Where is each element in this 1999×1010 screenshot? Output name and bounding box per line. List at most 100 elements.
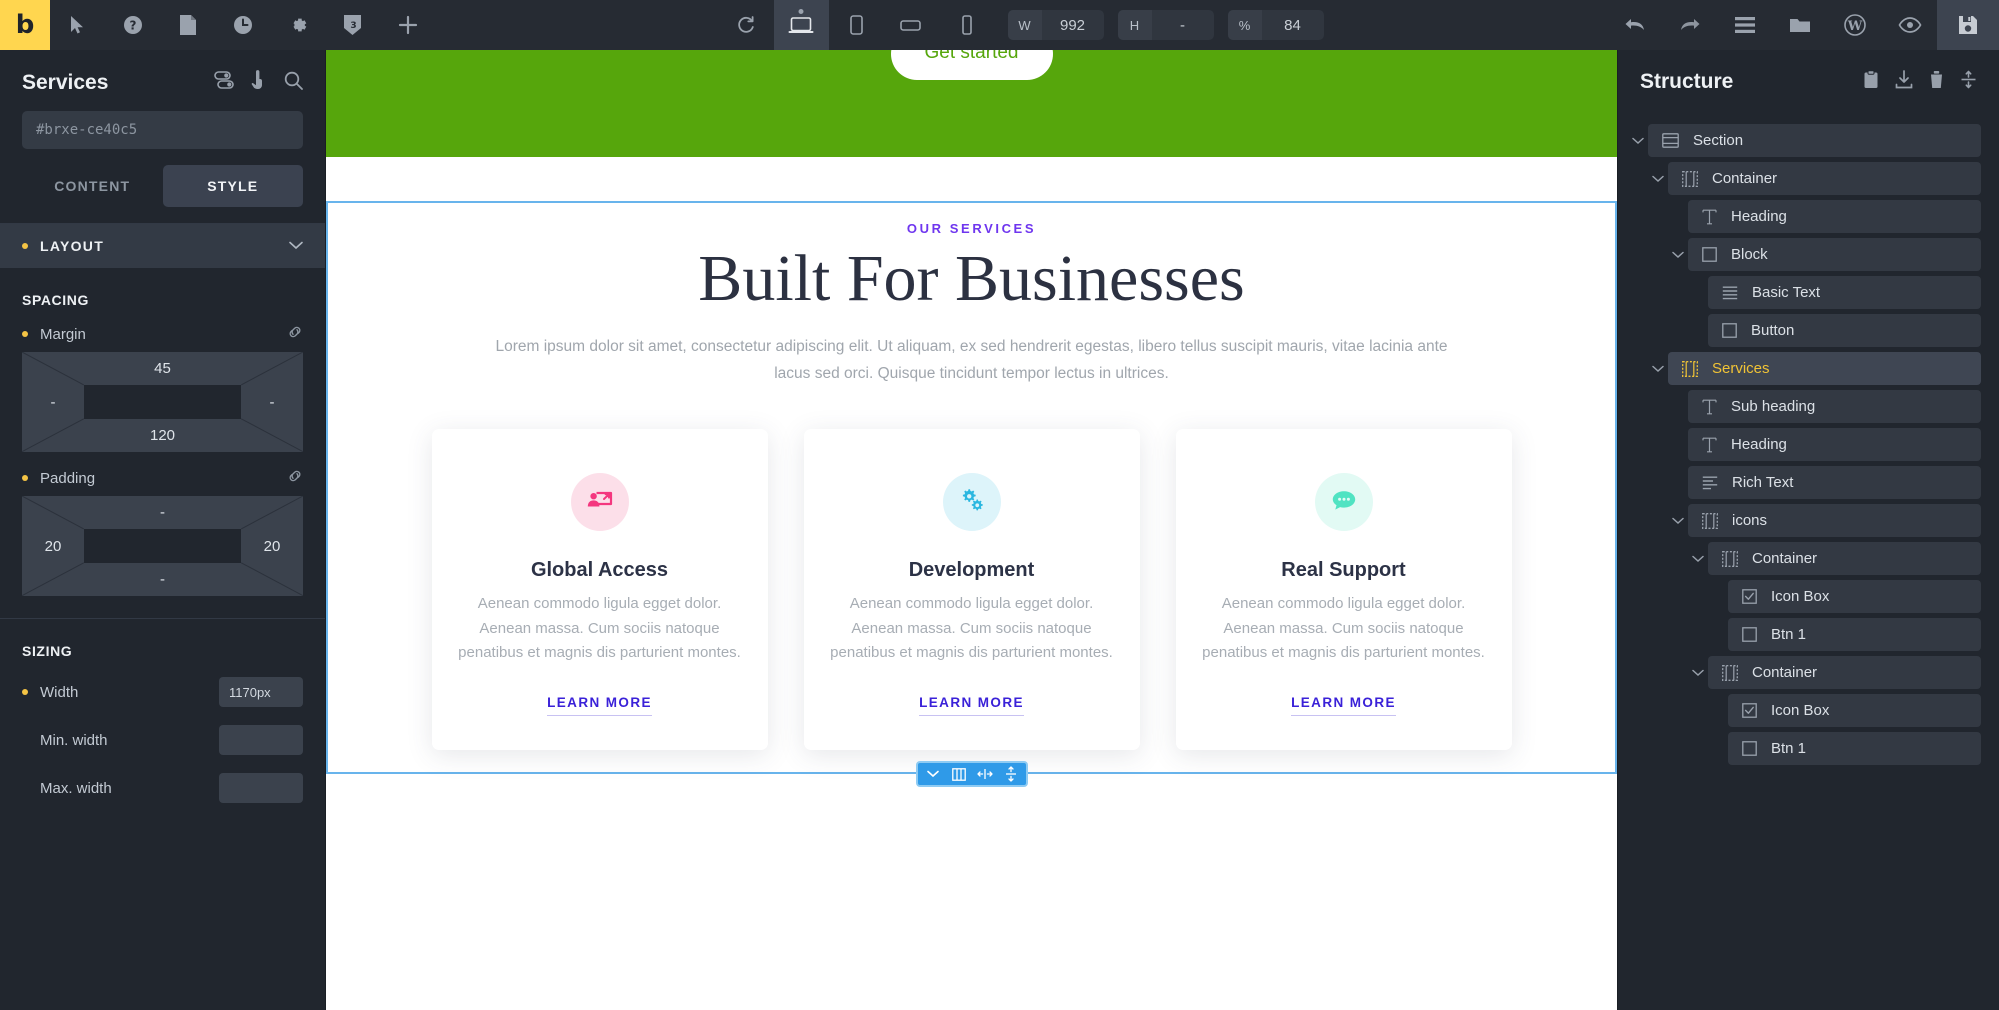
- preview-icon[interactable]: [1882, 0, 1937, 50]
- padding-left-input[interactable]: 20: [22, 496, 84, 596]
- link-values-icon[interactable]: [287, 468, 303, 488]
- width-input[interactable]: 1170px: [219, 677, 303, 707]
- chevron-down-icon[interactable]: [289, 237, 303, 255]
- services-sub-heading[interactable]: OUR SERVICES: [328, 221, 1615, 236]
- max-width-input[interactable]: [219, 773, 303, 803]
- structure-node-pill[interactable]: Container: [1708, 542, 1981, 575]
- structure-node-pill[interactable]: Heading: [1688, 200, 1981, 233]
- chevron-down-icon[interactable]: [1628, 137, 1648, 145]
- structure-node-basic-text[interactable]: Basic Text: [1628, 276, 1981, 309]
- settings-icon[interactable]: [270, 0, 325, 50]
- cursor-icon[interactable]: [50, 0, 105, 50]
- chevron-down-icon[interactable]: [1648, 175, 1668, 183]
- min-width-input[interactable]: [219, 725, 303, 755]
- structure-node-pill[interactable]: Services: [1668, 352, 1981, 385]
- structure-node-container[interactable]: Container: [1628, 162, 1981, 195]
- structure-node-pill[interactable]: Btn 1: [1728, 732, 1981, 765]
- clipboard-icon[interactable]: [1863, 70, 1879, 94]
- structure-node-pill[interactable]: Heading: [1688, 428, 1981, 461]
- vertical-resize-icon[interactable]: [998, 763, 1024, 785]
- trash-icon[interactable]: [1929, 70, 1944, 94]
- services-rich-text[interactable]: Lorem ipsum dolor sit amet, consectetur …: [492, 334, 1452, 387]
- chevron-down-icon[interactable]: [920, 763, 946, 785]
- section-layout-header[interactable]: LAYOUT: [0, 224, 325, 268]
- toggles-icon[interactable]: [214, 71, 234, 94]
- structure-node-pill[interactable]: Section: [1648, 124, 1981, 157]
- structure-node-pill[interactable]: Container: [1708, 656, 1981, 689]
- card-title[interactable]: Real Support: [1202, 559, 1486, 582]
- learn-more-link[interactable]: LEARN MORE: [1291, 695, 1396, 717]
- tab-content[interactable]: CONTENT: [22, 165, 163, 207]
- structure-node-pill[interactable]: Btn 1: [1728, 618, 1981, 651]
- margin-bottom-input[interactable]: 120: [84, 419, 241, 452]
- structure-node-btn-1[interactable]: Btn 1: [1628, 732, 1981, 765]
- redo-icon[interactable]: [1662, 0, 1717, 50]
- history-icon[interactable]: [215, 0, 270, 50]
- chevron-down-icon[interactable]: [1648, 365, 1668, 373]
- padding-control[interactable]: 20 - - 20: [22, 496, 303, 596]
- zoom-value[interactable]: 84: [1262, 10, 1324, 40]
- card-text[interactable]: Aenean commodo ligula egget dolor. Aenea…: [830, 592, 1114, 665]
- import-icon[interactable]: [1895, 70, 1913, 94]
- device-tablet-landscape-icon[interactable]: [884, 0, 939, 50]
- structure-node-section[interactable]: Section: [1628, 124, 1981, 157]
- link-values-icon[interactable]: [287, 324, 303, 344]
- interactions-icon[interactable]: [251, 70, 267, 95]
- structure-node-icon-box[interactable]: Icon Box: [1628, 694, 1981, 727]
- chevron-down-icon[interactable]: [1688, 555, 1708, 563]
- css-icon[interactable]: 3: [325, 0, 380, 50]
- structure-node-block[interactable]: Block: [1628, 238, 1981, 271]
- services-heading[interactable]: Built For Businesses: [328, 242, 1615, 316]
- structure-node-pill[interactable]: Container: [1668, 162, 1981, 195]
- bricks-logo[interactable]: b: [0, 0, 50, 50]
- element-float-toolbar[interactable]: [915, 761, 1028, 788]
- structure-node-container[interactable]: Container: [1628, 542, 1981, 575]
- structure-node-heading[interactable]: Heading: [1628, 428, 1981, 461]
- menu-icon[interactable]: [1717, 0, 1772, 50]
- structure-node-icons[interactable]: icons: [1628, 504, 1981, 537]
- learn-more-link[interactable]: LEARN MORE: [547, 695, 652, 717]
- padding-right-input[interactable]: 20: [241, 496, 303, 596]
- margin-left-input[interactable]: -: [22, 352, 84, 452]
- canvas-height-control[interactable]: H -: [1117, 10, 1214, 40]
- structure-node-services[interactable]: Services: [1628, 352, 1981, 385]
- structure-node-pill[interactable]: Button: [1708, 314, 1981, 347]
- structure-node-heading[interactable]: Heading: [1628, 200, 1981, 233]
- help-icon[interactable]: ?: [105, 0, 160, 50]
- chevron-down-icon[interactable]: [1668, 517, 1688, 525]
- chevron-down-icon[interactable]: [1688, 669, 1708, 677]
- service-card[interactable]: Real Support Aenean commodo ligula egget…: [1175, 429, 1512, 751]
- structure-node-icon-box[interactable]: Icon Box: [1628, 580, 1981, 613]
- page-icon[interactable]: [160, 0, 215, 50]
- services-section[interactable]: OUR SERVICES Built For Businesses Lorem …: [326, 201, 1617, 788]
- structure-node-container[interactable]: Container: [1628, 656, 1981, 689]
- padding-bottom-input[interactable]: -: [84, 563, 241, 596]
- page-canvas[interactable]: Get started OUR SERVICES Built For Busin…: [326, 50, 1617, 1010]
- structure-node-pill[interactable]: Icon Box: [1728, 580, 1981, 613]
- save-icon[interactable]: [1937, 0, 1999, 50]
- structure-node-rich-text[interactable]: Rich Text: [1628, 466, 1981, 499]
- structure-node-sub-heading[interactable]: Sub heading: [1628, 390, 1981, 423]
- card-title[interactable]: Development: [830, 559, 1114, 582]
- padding-top-input[interactable]: -: [84, 496, 241, 529]
- structure-node-pill[interactable]: Block: [1688, 238, 1981, 271]
- device-tablet-portrait-icon[interactable]: [829, 0, 884, 50]
- structure-node-pill[interactable]: Icon Box: [1728, 694, 1981, 727]
- structure-node-pill[interactable]: Rich Text: [1688, 466, 1981, 499]
- chevron-down-icon[interactable]: [1668, 251, 1688, 259]
- learn-more-link[interactable]: LEARN MORE: [919, 695, 1024, 717]
- margin-top-input[interactable]: 45: [84, 352, 241, 385]
- height-value[interactable]: -: [1152, 10, 1214, 40]
- folder-icon[interactable]: [1772, 0, 1827, 50]
- service-card[interactable]: Global Access Aenean commodo ligula egge…: [431, 429, 768, 751]
- margin-control[interactable]: - 45 120 -: [22, 352, 303, 452]
- structure-node-pill[interactable]: icons: [1688, 504, 1981, 537]
- columns-icon[interactable]: [946, 763, 972, 785]
- reload-icon[interactable]: [719, 0, 774, 50]
- service-card[interactable]: Development Aenean commodo ligula egget …: [803, 429, 1140, 751]
- tab-style[interactable]: STYLE: [162, 165, 303, 207]
- get-started-button[interactable]: Get started: [890, 50, 1053, 80]
- horizontal-resize-icon[interactable]: [972, 763, 998, 785]
- margin-right-input[interactable]: -: [241, 352, 303, 452]
- card-text[interactable]: Aenean commodo ligula egget dolor. Aenea…: [458, 592, 742, 665]
